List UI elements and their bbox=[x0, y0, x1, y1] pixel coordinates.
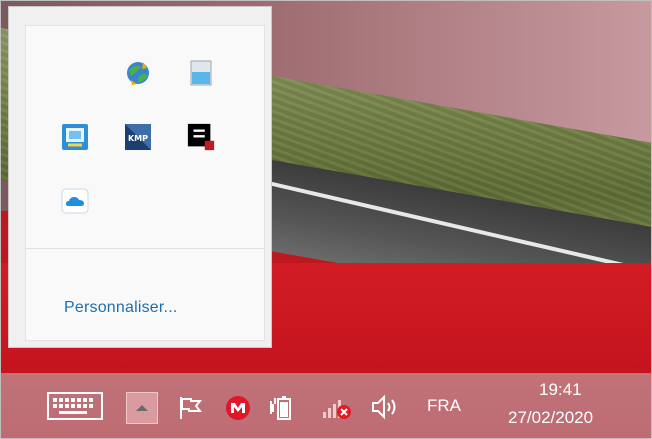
clock-date: 27/02/2020 bbox=[508, 408, 594, 427]
customize-link[interactable]: Personnaliser... bbox=[64, 299, 177, 317]
touch-keyboard-button[interactable] bbox=[47, 391, 103, 421]
clock-time: 19:41 bbox=[539, 380, 582, 399]
action-center-flag-icon[interactable] bbox=[173, 392, 207, 424]
kmplayer-icon[interactable]: KMP bbox=[123, 122, 153, 152]
window-app-icon[interactable] bbox=[186, 58, 216, 88]
m-app-icon[interactable] bbox=[221, 391, 255, 425]
network-disconnected-icon[interactable] bbox=[317, 390, 357, 424]
chevron-up-icon bbox=[136, 405, 148, 411]
svg-text:KMP: KMP bbox=[128, 134, 148, 143]
onedrive-icon[interactable] bbox=[60, 186, 90, 216]
show-hidden-icons-button[interactable] bbox=[126, 392, 158, 424]
volume-icon[interactable] bbox=[367, 391, 403, 423]
input-language-indicator[interactable]: FRA bbox=[427, 396, 461, 416]
power-battery-icon[interactable] bbox=[267, 390, 301, 424]
screen: KMP Personnaliser... FRA 19:41 27/02/202… bbox=[0, 0, 652, 439]
keyboard-icon bbox=[47, 392, 103, 420]
tray-overflow-panel: KMP Personnaliser... bbox=[25, 25, 265, 341]
tray-overflow-popup: KMP Personnaliser... bbox=[9, 7, 271, 347]
network-globe-icon[interactable] bbox=[123, 58, 153, 88]
black-app-icon[interactable] bbox=[186, 122, 216, 152]
popup-divider bbox=[26, 248, 264, 249]
windows-recovery-icon[interactable] bbox=[60, 122, 90, 152]
taskbar: FRA 19:41 27/02/2020 bbox=[1, 373, 651, 438]
